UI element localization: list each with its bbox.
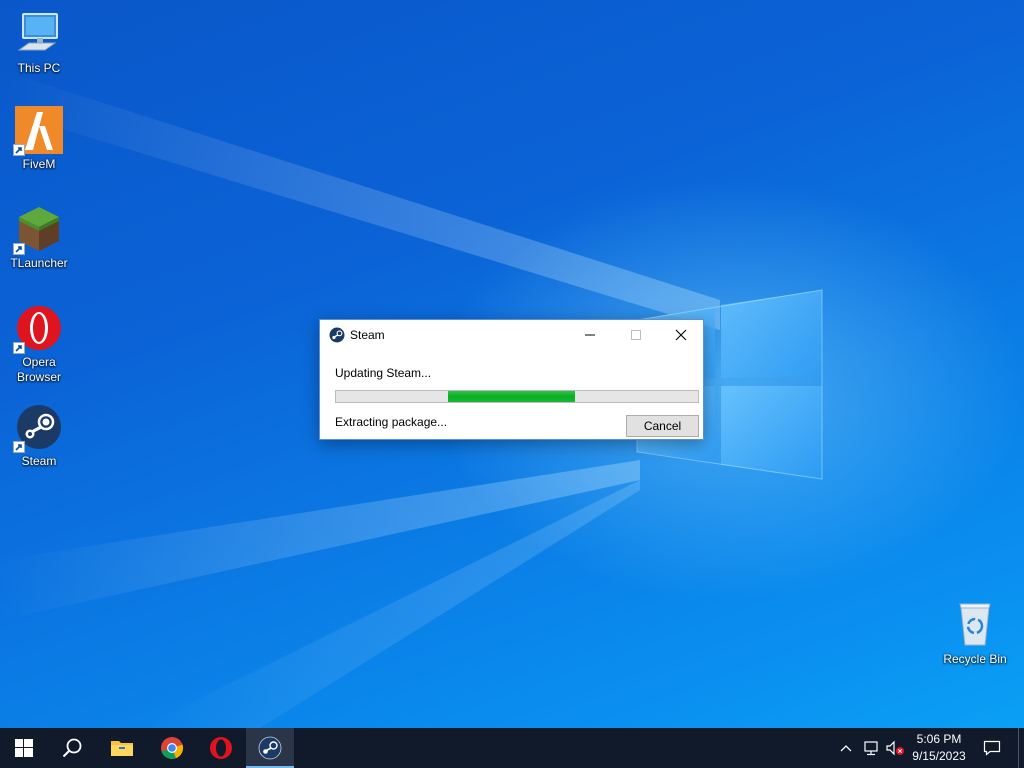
- shortcut-arrow-icon: [13, 144, 25, 156]
- taskbar-opera[interactable]: [197, 728, 245, 768]
- dialog-title: Steam: [350, 328, 385, 342]
- opera-icon: [210, 737, 232, 759]
- taskbar-file-explorer[interactable]: [98, 728, 146, 768]
- taskbar: 5:06 PM 9/15/2023: [0, 728, 1024, 768]
- clock-time: 5:06 PM: [916, 732, 962, 746]
- desktop-icon-steam[interactable]: Steam: [1, 403, 77, 469]
- taskbar-chrome[interactable]: [148, 728, 196, 768]
- desktop-icon-fivem[interactable]: FiveM: [1, 106, 77, 172]
- desktop-icon-label: FiveM: [22, 157, 56, 171]
- progress-bar: [335, 390, 699, 403]
- desktop-icon-this-pc[interactable]: This PC: [1, 10, 77, 76]
- desktop-icon-label: TLauncher: [10, 256, 68, 270]
- start-icon: [15, 739, 33, 757]
- search-icon: [62, 738, 82, 758]
- action-center-button[interactable]: [978, 728, 1006, 768]
- desktop-icon-opera[interactable]: Opera Browser: [1, 304, 77, 385]
- desktop-icon-label: Recycle Bin: [943, 652, 1007, 666]
- notification-icon: [983, 740, 1001, 756]
- volume-button[interactable]: [884, 728, 906, 768]
- search-button[interactable]: [48, 728, 96, 768]
- show-hidden-icons-button[interactable]: [836, 728, 856, 768]
- clock-date: 9/15/2023: [912, 749, 966, 763]
- taskbar-steam[interactable]: [246, 728, 294, 768]
- chevron-up-icon: [840, 745, 852, 752]
- desktop: This PC FiveM TLauncher Opera Browser St…: [0, 0, 1024, 728]
- minimize-icon: [585, 334, 595, 336]
- maximize-icon: [631, 330, 641, 340]
- desktop-icon-recycle-bin[interactable]: Recycle Bin: [937, 601, 1013, 667]
- network-icon: [864, 741, 878, 756]
- desktop-icon-tlauncher[interactable]: TLauncher: [1, 205, 77, 271]
- steam-update-dialog: Steam Updating Steam... Extracting packa…: [319, 319, 704, 440]
- update-status-text: Updating Steam...: [335, 366, 432, 380]
- volume-muted-icon: [886, 740, 904, 756]
- chrome-icon: [161, 737, 184, 759]
- close-icon: [675, 329, 687, 341]
- shortcut-arrow-icon: [13, 243, 25, 255]
- desktop-icon-label: Opera Browser: [16, 355, 61, 384]
- extract-status-text: Extracting package...: [335, 415, 448, 429]
- cancel-button[interactable]: Cancel: [626, 415, 699, 437]
- shortcut-arrow-icon: [13, 342, 25, 354]
- file-explorer-icon: [111, 741, 133, 756]
- desktop-icon-label: Steam: [21, 454, 57, 468]
- minimize-button[interactable]: [567, 320, 613, 350]
- progress-bar-fill: [448, 391, 575, 402]
- dialog-titlebar[interactable]: Steam: [320, 320, 703, 350]
- steam-icon: [329, 327, 345, 343]
- this-pc-icon: [17, 13, 58, 51]
- steam-icon: [258, 736, 282, 760]
- close-button[interactable]: [658, 320, 704, 350]
- maximize-button: [613, 320, 659, 350]
- start-button[interactable]: [0, 728, 48, 768]
- show-desktop-button[interactable]: [1018, 728, 1024, 768]
- clock[interactable]: 5:06 PM 9/15/2023: [904, 731, 974, 765]
- recycle-bin-icon: [959, 603, 991, 646]
- network-button[interactable]: [860, 728, 882, 768]
- desktop-icon-label: This PC: [17, 61, 61, 75]
- shortcut-arrow-icon: [13, 441, 25, 453]
